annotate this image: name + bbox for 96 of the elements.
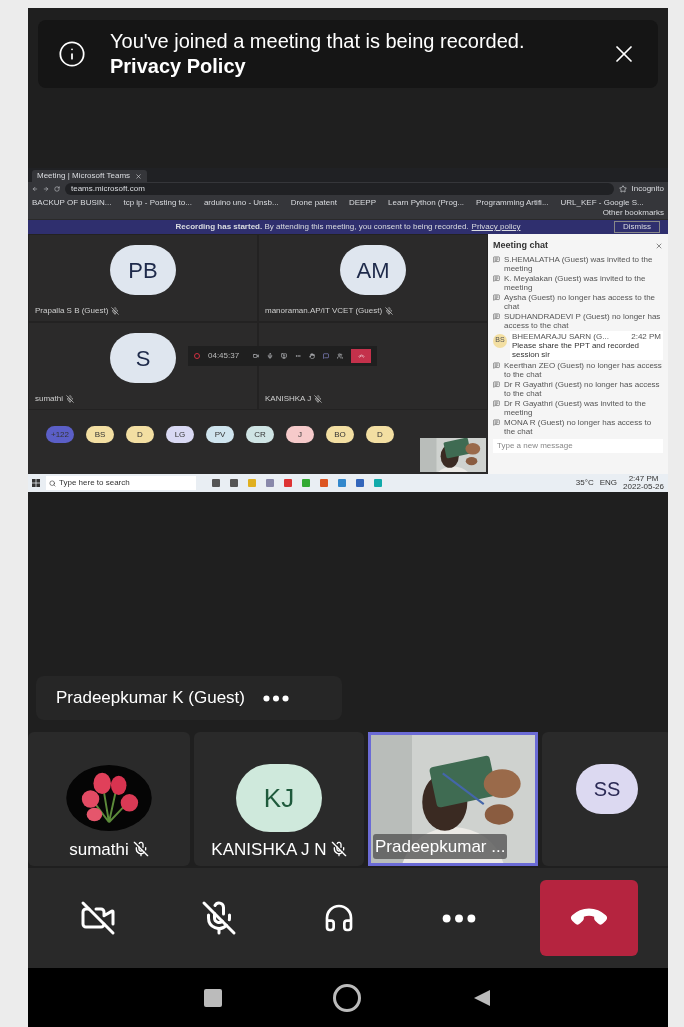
- search-icon: [49, 479, 56, 487]
- bookmark[interactable]: Programming Artifi...: [476, 197, 549, 208]
- close-icon: [135, 172, 143, 180]
- back-button[interactable]: [472, 987, 493, 1008]
- mic-icon[interactable]: [267, 353, 274, 359]
- participant-name: sumathi: [69, 838, 129, 861]
- call-timer: 04:45:37: [208, 350, 240, 362]
- home-button[interactable]: [333, 983, 361, 1012]
- info-icon: [58, 40, 86, 68]
- profile-label: Incognito: [631, 183, 664, 195]
- leave-button[interactable]: [351, 349, 372, 363]
- chat-event: Aysha (Guest) no longer has access to the chat: [504, 292, 657, 311]
- participant-avatar[interactable]: D: [126, 426, 154, 443]
- bookmark[interactable]: tcp ip - Posting to...: [123, 197, 192, 208]
- reload-icon[interactable]: [54, 186, 60, 192]
- chat-event: Dr R Gayathri (Guest) no longer has access to the chat: [504, 379, 661, 398]
- chat-event: K. Meyalakan (Guest) was invited to the meeting: [504, 273, 647, 292]
- bookmark[interactable]: Drone patent: [290, 197, 337, 208]
- more-icon[interactable]: [262, 694, 289, 702]
- people-icon[interactable]: [337, 353, 344, 359]
- forward-icon[interactable]: [43, 186, 49, 192]
- bookmark[interactable]: Learn Python (Prog...: [388, 197, 465, 208]
- avatar: PB: [110, 245, 176, 295]
- message-text: Please share the PPT and recorded session sir: [512, 340, 641, 359]
- hand-icon[interactable]: [309, 353, 316, 359]
- bookmark[interactable]: Other bookmarks: [602, 207, 664, 218]
- message-time: 2:42 PM: [631, 331, 661, 341]
- message-input[interactable]: Type a new message: [493, 438, 663, 453]
- chat-event-icon: [493, 255, 500, 263]
- participant-avatar[interactable]: BS: [86, 426, 114, 443]
- mic-off-icon: [385, 307, 394, 315]
- recents-button[interactable]: [203, 988, 222, 1007]
- avatar: S: [110, 333, 176, 383]
- recording-notice-text: Recording has started. By attending this meeting, you consent to being recorded.: [175, 221, 469, 233]
- bookmark[interactable]: arduino uno - Unsb...: [203, 197, 279, 208]
- mic-off-icon: [111, 307, 120, 315]
- participant-name: manoraman.AP/IT VCET (Guest): [265, 305, 383, 317]
- dismiss-button[interactable]: Dismiss: [614, 221, 660, 233]
- camera-icon[interactable]: [253, 353, 260, 359]
- back-icon[interactable]: [32, 186, 38, 192]
- camera-off-icon: [80, 900, 117, 936]
- avatar: KJ: [236, 764, 322, 832]
- taskbar-search[interactable]: Type here to search: [46, 476, 196, 490]
- participant-name: KANISHKA J: [265, 393, 312, 405]
- participant-tile[interactable]: sumathi: [28, 732, 190, 866]
- chat-event-icon: [493, 312, 500, 320]
- chat-event-icon: [493, 293, 500, 301]
- participant-name: KANISHKA J N: [211, 838, 327, 861]
- clock-date: 2022-05-26: [623, 483, 664, 491]
- participant-name: Prapalla S B (Guest): [35, 305, 109, 317]
- chat-event-icon: [493, 399, 500, 407]
- chat-event-icon: [493, 418, 500, 426]
- mic-off-icon: [314, 395, 323, 403]
- sender-name: BHEEMARAJU SARN (G...: [512, 331, 609, 341]
- participant-avatar[interactable]: PV: [206, 426, 234, 443]
- mic-off-icon: [66, 395, 74, 403]
- more-icon: [442, 913, 477, 923]
- participant-tile[interactable]: Pradeepkumar ...: [368, 732, 538, 866]
- bookmark[interactable]: URL_KEF - Google S...: [560, 197, 644, 208]
- participant-tile[interactable]: KJ KANISHKA J N: [194, 732, 364, 866]
- address-bar[interactable]: teams.microsoft.com: [65, 183, 614, 195]
- participant-avatar[interactable]: BO: [326, 426, 354, 443]
- chat-event: S.HEMALATHA (Guest) was invited to the meeting: [504, 254, 654, 273]
- chat-icon[interactable]: [323, 353, 330, 359]
- participant-tile[interactable]: SS: [542, 732, 668, 866]
- chat-event: MONA R (Guest) no longer has access to the chat: [504, 417, 653, 436]
- hang-up-icon: [357, 352, 365, 360]
- participant-avatar[interactable]: CR: [246, 426, 274, 443]
- participant-avatar[interactable]: D: [366, 426, 394, 443]
- language: ENG: [599, 477, 618, 489]
- avatar: AM: [340, 245, 406, 295]
- participant-avatar[interactable]: LG: [166, 426, 194, 443]
- chat-title: Meeting chat: [493, 239, 548, 252]
- clock-time: 2:47 PM: [628, 475, 659, 483]
- chat-event: Keerthan ZEO (Guest) no longer has access to the chat: [504, 360, 663, 379]
- participant-avatar[interactable]: J: [286, 426, 314, 443]
- chat-event-icon: [493, 380, 500, 388]
- chat-event-icon: [493, 274, 500, 282]
- participant-name: Pradeepkumar ...: [375, 835, 506, 858]
- share-icon[interactable]: [281, 353, 288, 359]
- bookmark[interactable]: DEEPP: [348, 197, 377, 208]
- speaker-name: Pradeepkumar K (Guest): [56, 687, 245, 710]
- chat-event: Dr R Gayathri (Guest) was invited to the meeting: [504, 398, 647, 417]
- bookmark[interactable]: BACKUP OF BUSIN...: [32, 197, 112, 208]
- avatar: SS: [576, 764, 638, 814]
- star-icon[interactable]: [618, 185, 627, 193]
- start-icon[interactable]: [32, 479, 40, 487]
- chat-event: SUDHANDRADEVI P (Guest) no longer has access to the chat: [504, 311, 662, 330]
- mic-off-icon: [200, 900, 237, 936]
- banner-text: You've joined a meeting that is being recorded. Privacy Policy: [110, 29, 526, 79]
- chat-event-icon: [493, 361, 500, 369]
- temperature: 35°C: [575, 477, 594, 489]
- browser-tab[interactable]: Meeting | Microsoft Teams: [32, 170, 148, 182]
- hang-up-button[interactable]: [539, 880, 638, 956]
- privacy-link[interactable]: Privacy policy: [471, 221, 521, 233]
- participant-name: sumathi: [35, 393, 63, 405]
